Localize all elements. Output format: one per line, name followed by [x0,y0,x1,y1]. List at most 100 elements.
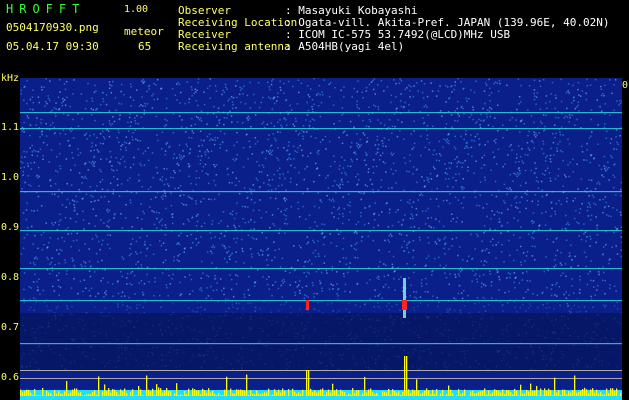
activity-bar [606,388,608,396]
brand-title: HROFFT [6,2,86,16]
activity-bar [210,392,212,396]
activity-bar [610,388,612,396]
activity-bar [274,389,276,396]
activity-bar [80,392,82,396]
activity-bar [296,393,298,396]
activity-bar [72,389,74,396]
activity-bar [230,388,232,396]
activity-bar [364,376,366,396]
activity-bar [520,384,522,396]
activity-bar [432,389,434,396]
activity-bar [66,381,68,396]
activity-bar [214,393,216,396]
activity-bar [316,392,318,396]
activity-bar [448,385,450,396]
activity-bar [212,390,214,396]
activity-bar [110,392,112,396]
activity-bar [182,395,184,396]
activity-bar [508,390,510,396]
meteor-echo-streak [403,278,406,318]
activity-bar [146,375,148,396]
activity-bar [248,395,250,396]
activity-bar [74,388,76,396]
activity-bar [460,394,462,396]
activity-bar [62,394,64,396]
activity-bar [558,390,560,396]
activity-bar [464,389,466,396]
activity-bar [266,392,268,396]
activity-bar [590,389,592,396]
activity-bar [472,390,474,396]
activity-bar [516,390,518,396]
activity-bar [594,392,596,396]
activity-bar [38,395,40,396]
activity-bar [76,388,78,396]
activity-bar [292,388,294,396]
activity-bar [556,392,558,396]
baseline-rule [20,370,622,371]
activity-bar [258,393,260,396]
activity-bar [34,389,36,396]
activity-bar [414,390,416,396]
activity-bar [368,389,370,396]
activity-bar [370,388,372,396]
activity-bar [60,393,62,396]
activity-bar [218,393,220,396]
activity-bar [582,389,584,396]
activity-bar [524,393,526,396]
activity-bar [598,393,600,396]
activity-bar [544,388,546,396]
activity-bar [244,390,246,396]
activity-bar [160,388,162,396]
activity-bar [234,393,236,396]
activity-bar [580,390,582,396]
activity-bar [442,389,444,396]
activity-bar [404,356,406,396]
activity-bar [584,387,586,396]
activity-bar [496,390,498,396]
activity-bar [382,391,384,396]
activity-bar [208,388,210,396]
activity-bar [90,393,92,396]
freq-tick-label: 1.1 [1,122,20,133]
activity-bar [328,389,330,396]
activity-bar [600,391,602,396]
activity-bar [402,391,404,396]
info-label-antenna: Receiving antenna [178,40,291,53]
activity-bar [362,393,364,396]
activity-bar [256,390,258,396]
activity-bar [88,394,90,396]
activity-bar [56,393,58,396]
activity-bar [334,390,336,396]
activity-bar [354,393,356,396]
activity-bar [314,390,316,396]
activity-bar [240,389,242,396]
activity-bar [570,392,572,396]
activity-bar [476,392,478,396]
activity-bar [482,390,484,396]
activity-bar [372,392,374,396]
activity-bar [142,395,144,396]
activity-bar [332,383,334,396]
activity-bar [102,391,104,396]
activity-bar [118,394,120,396]
activity-bar [478,391,480,396]
activity-bar [288,389,290,396]
lower-band-shade [20,313,622,370]
activity-bar [350,394,352,396]
info-value-antenna: : A504HB(yagi 4el) [285,40,405,53]
activity-bar [180,394,182,396]
activity-bar [458,389,460,396]
activity-bar [430,394,432,396]
meteor-count: 65 [138,40,152,53]
activity-bar [264,392,266,396]
activity-bar [58,391,60,396]
activity-bar [528,391,530,396]
activity-bar [260,394,262,396]
activity-bar [342,391,344,396]
activity-bar [490,394,492,396]
activity-bar [550,390,552,396]
activity-bar [564,389,566,396]
carrier-line [20,343,622,345]
activity-bar [40,395,42,396]
